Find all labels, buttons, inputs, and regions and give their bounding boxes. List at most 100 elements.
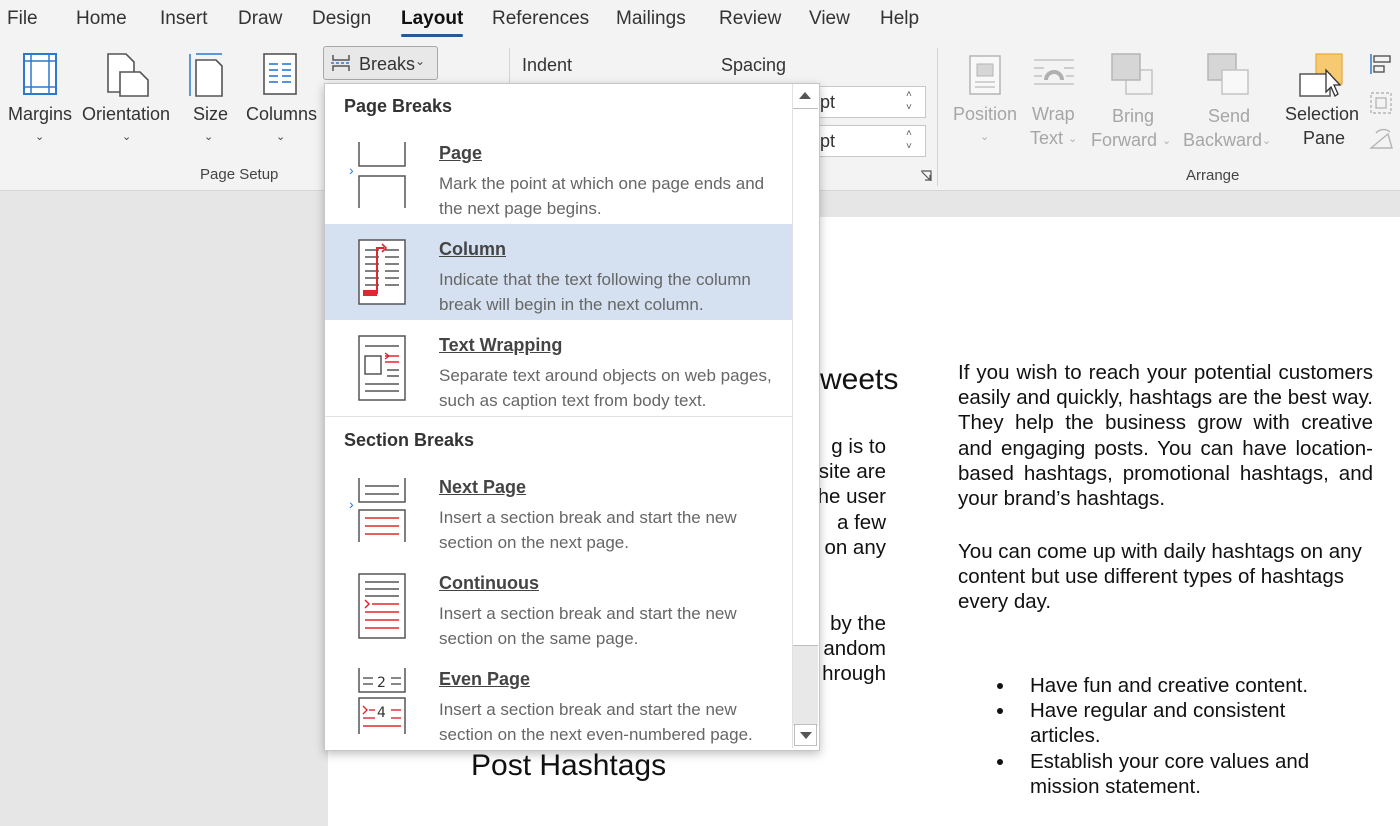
right-paragraph-2: You can come up with daily hashtags on a…: [958, 540, 1362, 614]
position-icon: [969, 55, 1001, 95]
group-icon[interactable]: [1368, 90, 1396, 116]
send-backward-label-2: Backward: [1183, 130, 1263, 150]
separator: [937, 48, 938, 186]
even-page-break-icon: 2 4: [358, 668, 406, 734]
tab-view[interactable]: View: [809, 8, 850, 30]
align-icon[interactable]: [1368, 52, 1396, 76]
page-break-option[interactable]: › Page Mark the point at which one page …: [325, 128, 792, 224]
scroll-down-arrow-icon: [800, 732, 812, 739]
tab-review[interactable]: Review: [719, 8, 781, 30]
tab-draw[interactable]: Draw: [238, 8, 282, 30]
continuous-break-desc: Insert a section break and start the new…: [439, 604, 737, 648]
wrap-text-button[interactable]: Wrap Text ⌄: [1026, 48, 1084, 158]
scroll-down-button[interactable]: [794, 724, 817, 746]
next-page-break-desc: Insert a section break and start the new…: [439, 508, 737, 552]
orientation-button[interactable]: Orientation ⌄: [80, 48, 174, 148]
text-wrapping-break-desc: Separate text around objects on web page…: [439, 366, 772, 410]
next-page-break-title-text: Next Page: [439, 477, 527, 497]
margins-button[interactable]: Margins ⌄: [4, 48, 76, 148]
breaks-button[interactable]: Breaks ⌄: [323, 46, 438, 80]
bring-forward-icon: [1111, 53, 1153, 95]
menu-bar: File Home Insert Draw Design Layout Refe…: [0, 0, 1400, 40]
dialog-launcher-icon[interactable]: [919, 169, 933, 183]
arrange-group-label: Arrange: [1186, 167, 1240, 184]
even-page-break-option[interactable]: 2 4 Even Page Insert a section break and…: [325, 654, 792, 750]
continuous-break-option[interactable]: Continuous Insert a section break and st…: [325, 558, 792, 654]
tab-mailings[interactable]: Mailings: [616, 8, 686, 30]
even-page-break-title-text: Even Page: [439, 669, 531, 689]
page-break-desc: Mark the point at which one page ends an…: [439, 174, 765, 218]
continuous-break-title: Continuous: [439, 573, 539, 594]
scroll-track[interactable]: [793, 646, 818, 726]
tab-home[interactable]: Home: [76, 8, 127, 30]
next-page-break-option[interactable]: › Next Page Insert a section break and s…: [325, 462, 792, 558]
page-breaks-heading: Page Breaks: [344, 96, 453, 116]
margins-label: Margins: [8, 104, 73, 124]
breaks-dropdown-menu: Page Breaks › Page Mark the point at whi…: [324, 83, 820, 751]
selection-pane-label-2: Pane: [1303, 128, 1346, 148]
scroll-thumb[interactable]: [793, 108, 818, 646]
orientation-label: Orientation: [82, 104, 171, 124]
tab-insert[interactable]: Insert: [160, 8, 208, 30]
size-icon: [189, 53, 223, 97]
send-backward-label-1: Send: [1208, 106, 1251, 126]
text-wrapping-break-option[interactable]: Text Wrapping Separate text around objec…: [325, 320, 792, 416]
chevron-down-icon: ⌄: [122, 131, 132, 143]
spin-down-icon[interactable]: ˅: [906, 102, 912, 114]
rotate-icon[interactable]: [1368, 128, 1396, 152]
columns-button[interactable]: Columns ⌄: [244, 48, 320, 148]
svg-text:4: 4: [377, 705, 386, 721]
tab-layout[interactable]: Layout: [401, 8, 463, 30]
menu-separator: [325, 416, 792, 417]
margins-icon: [23, 53, 57, 95]
chevron-down-icon: ⌄: [35, 131, 45, 143]
scroll-up-arrow-icon[interactable]: [798, 90, 812, 100]
spin-up-icon[interactable]: ˄: [906, 89, 912, 101]
column-break-option[interactable]: Column Indicate that the text following …: [325, 224, 792, 320]
continuous-break-title-text: Continuous: [439, 573, 539, 593]
page-setup-group-label: Page Setup: [200, 166, 279, 183]
chevron-down-icon: ⌄: [276, 131, 286, 143]
tab-file[interactable]: File: [7, 8, 38, 30]
text-wrapping-break-title-text: Text Wrapping: [439, 335, 563, 355]
right-paragraph-1: If you wish to reach your potential cust…: [958, 361, 1373, 511]
position-button[interactable]: Position ⌄: [950, 48, 1020, 158]
menu-scrollbar[interactable]: [792, 84, 818, 748]
size-label: Size: [193, 104, 229, 124]
column-break-icon: [358, 239, 406, 305]
breaks-label: Breaks: [359, 54, 416, 74]
page-break-icon: [358, 142, 406, 208]
size-button[interactable]: Size ⌄: [180, 48, 236, 148]
continuous-break-icon: [358, 573, 406, 639]
section-breaks-heading: Section Breaks: [344, 430, 475, 450]
caret-right-icon: ›: [349, 162, 354, 178]
columns-icon: [263, 53, 297, 95]
selection-pane-button[interactable]: Selection Pane: [1282, 48, 1362, 158]
spin-down-icon[interactable]: ˅: [906, 141, 912, 153]
tab-references[interactable]: References: [492, 8, 589, 30]
svg-text:2: 2: [377, 675, 386, 691]
chevron-down-icon: ⌄: [415, 54, 426, 68]
spin-up-icon[interactable]: ˄: [906, 128, 912, 140]
chevron-down-icon: ⌄: [1162, 135, 1172, 147]
wrap-text-icon: [1034, 59, 1074, 85]
next-page-break-icon: [358, 478, 406, 542]
text-wrapping-break-title: Text Wrapping: [439, 335, 562, 356]
bring-forward-label-1: Bring: [1112, 106, 1155, 126]
list-item: Have fun and creative content.: [997, 673, 1360, 698]
doc-heading-fragment: weets: [820, 363, 899, 396]
caret-right-icon: ›: [349, 496, 354, 512]
tab-help[interactable]: Help: [880, 8, 919, 30]
columns-label: Columns: [246, 104, 318, 124]
send-backward-button[interactable]: Send Backward ⌄: [1182, 48, 1276, 158]
active-tab-indicator: [401, 34, 463, 37]
even-page-break-desc: Insert a section break and start the new…: [439, 700, 753, 744]
tab-design[interactable]: Design: [312, 8, 371, 30]
selection-pane-icon: [1299, 53, 1343, 97]
column-break-desc: Indicate that the text following the col…: [439, 270, 751, 314]
column-break-title-text: Column: [439, 239, 506, 259]
column-break-title: Column: [439, 239, 506, 260]
chevron-down-icon: ⌄: [204, 131, 214, 143]
text-wrapping-break-icon: [358, 335, 406, 401]
bring-forward-button[interactable]: Bring Forward ⌄: [1090, 48, 1176, 158]
